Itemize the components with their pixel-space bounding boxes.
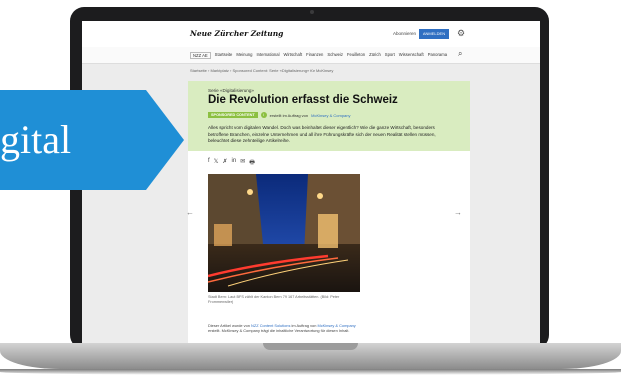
nav-items: NZZ AE Startseite Meinung International Wirt… [190, 52, 447, 59]
mail-icon[interactable]: ✉ [240, 158, 245, 168]
nav-item[interactable]: Schweiz [327, 52, 343, 59]
site-header: Neue Zürcher Zeitung Abonnieren ANMELDEN… [82, 21, 540, 48]
share-bar: f 𝕏 ✗ in ✉ 🖶 [208, 158, 255, 168]
nav-item[interactable]: Startseite [215, 52, 233, 59]
nav-item[interactable]: Zürich [369, 52, 381, 59]
article-photo [208, 174, 360, 292]
content-solutions-link[interactable]: NZZ Content Solutions [251, 323, 290, 328]
laptop-notch [263, 343, 358, 350]
site-logo[interactable]: Neue Zürcher Zeitung [190, 29, 283, 38]
nav-item[interactable]: Wissenschaft [399, 52, 424, 59]
sponsor-row: SPONSORED CONTENT i erstellt im Auftrag … [208, 112, 351, 118]
banner-text: gital [0, 117, 72, 162]
main-nav: NZZ AE Startseite Meinung International Wirt… [82, 47, 540, 64]
sponsor-link[interactable]: McKinsey & Company [311, 113, 350, 118]
nav-item[interactable]: Sport [385, 52, 395, 59]
nav-item[interactable]: Finanzen [306, 52, 323, 59]
info-icon[interactable]: i [260, 112, 267, 118]
laptop-shadow [0, 369, 621, 375]
nav-item[interactable]: International [256, 52, 279, 59]
body-prefix: Dieser Artikel wurde von [208, 323, 250, 328]
body-suffix: erstellt. McKinsey & Company trägt die i… [208, 328, 350, 334]
nav-item[interactable]: Wirtschaft [284, 52, 303, 59]
article-hero: Serie «Digitalisierung» Die Revolution e… [188, 81, 470, 151]
nav-item[interactable]: Panorama [428, 52, 447, 59]
breadcrumb[interactable]: Startseite › Marktplatz › Sponsored Cont… [190, 68, 333, 73]
twitter-icon[interactable]: 𝕏 [214, 158, 219, 168]
article: Serie «Digitalisierung» Die Revolution e… [186, 81, 470, 349]
prev-arrow-icon[interactable]: ← [186, 208, 194, 217]
body-text: Dieser Artikel wurde von NZZ Content Sol… [208, 323, 368, 334]
linkedin-icon[interactable]: in [232, 158, 237, 168]
series-label: Serie «Digitalisierung» [208, 88, 254, 93]
nav-item[interactable]: NZZ AE [190, 52, 211, 59]
subscribe-link[interactable]: Abonnieren [393, 31, 416, 36]
gear-icon[interactable]: ⚙ [457, 28, 465, 38]
lead-text: Alles spricht vom digitalen Wandel. Doch… [208, 125, 436, 144]
facebook-icon[interactable]: f [208, 158, 210, 168]
camera [310, 10, 314, 14]
search-icon[interactable]: ⌕ [458, 49, 462, 59]
nav-item[interactable]: Meinung [236, 52, 252, 59]
photo-caption: Stadt Bern: Laut BFS zählt der Kanton Be… [208, 295, 340, 304]
sponsor-prefix: erstellt im Auftrag von [269, 112, 309, 118]
nav-item[interactable]: Feuilleton [347, 52, 365, 59]
print-icon[interactable]: 🖶 [249, 158, 255, 168]
next-arrow-icon[interactable]: → [454, 208, 462, 217]
mckinsey-link[interactable]: McKinsey & Company [317, 323, 355, 328]
login-button[interactable]: ANMELDEN [419, 29, 449, 39]
body-mid: im Auftrag von [291, 323, 317, 328]
sponsored-badge: SPONSORED CONTENT [208, 112, 258, 118]
xing-icon[interactable]: ✗ [223, 158, 228, 168]
headline: Die Revolution erfasst die Schweiz [208, 94, 398, 106]
